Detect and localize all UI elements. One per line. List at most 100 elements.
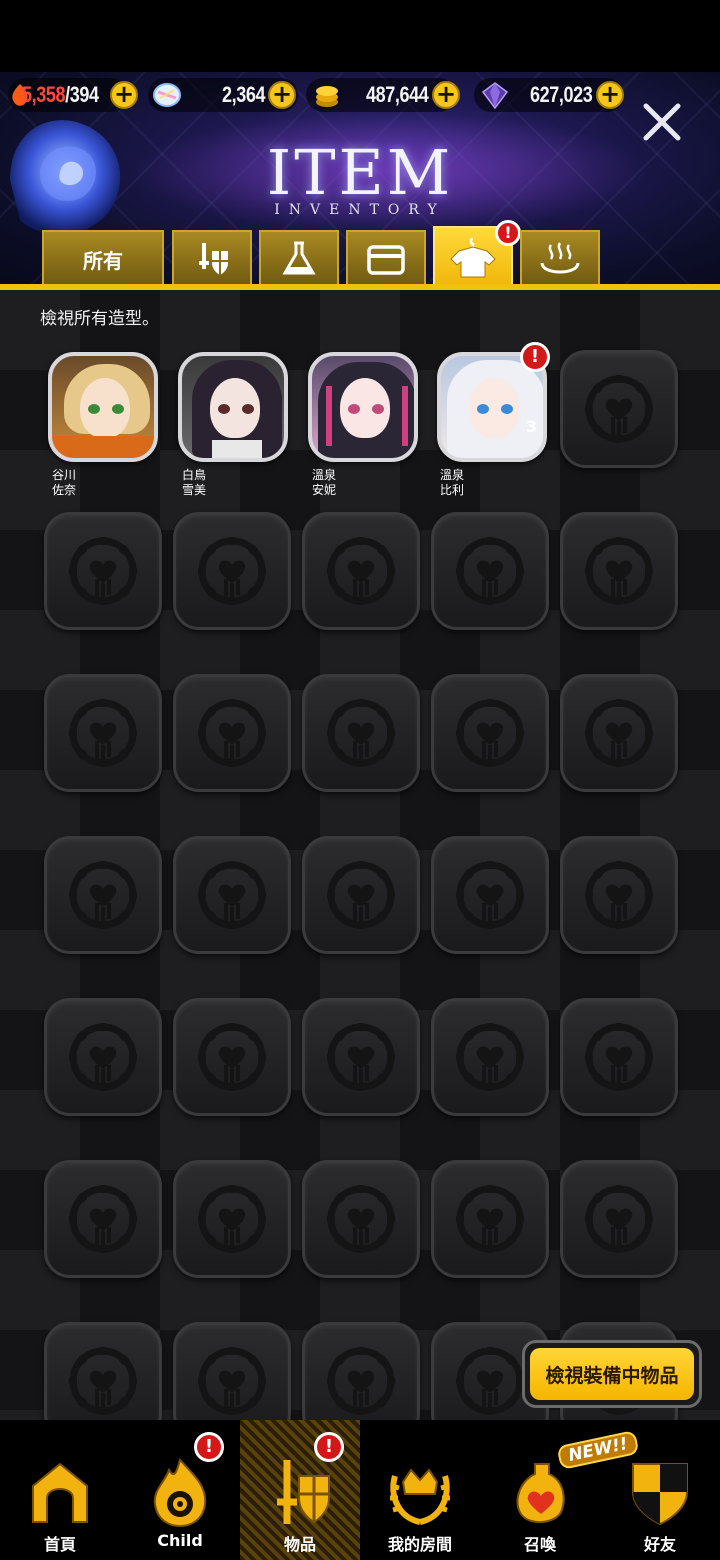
inventory-header: 5,358/394 + 2,364 + 487,644 + 627,023 + … [0,72,720,290]
status-bar [0,0,720,72]
empty-slot [44,1160,162,1278]
locked-heart-icon [69,537,137,605]
empty-slot [173,998,291,1116]
empty-slot [44,1322,162,1420]
nav-summon-label: 召喚 [523,1535,556,1554]
locked-heart-icon [69,1185,137,1253]
tab-cards[interactable] [346,230,426,286]
locked-heart-icon [456,1185,524,1253]
empty-slot [431,674,549,792]
view-equipped-button[interactable]: 檢視裝備中物品 [522,1340,702,1408]
nav-home-label: 首頁 [43,1535,76,1554]
page-subtitle: INVENTORY [274,202,446,218]
empty-slot [173,1160,291,1278]
locked-heart-icon [585,375,653,443]
locked-heart-icon [585,1185,653,1253]
tab-all-label: 所有 [83,248,123,273]
empty-slot [302,512,420,630]
nav-my-room[interactable]: 我的房間 [360,1420,480,1560]
empty-slot [431,998,549,1116]
locked-heart-icon [456,699,524,767]
empty-slot [173,836,291,954]
tab-all[interactable]: 所有 [42,230,164,286]
flame-eye-icon [153,1458,207,1528]
add-stamina-button[interactable]: + [110,81,138,109]
nav-items-label: 物品 [283,1535,316,1554]
gem-icon [153,83,181,107]
add-gold-button[interactable]: + [432,81,460,109]
page-title: ITEM [266,136,454,209]
nav-child-label: Child [157,1531,203,1550]
nav-home[interactable]: 首頁 [0,1420,120,1560]
home-arch-icon [32,1462,88,1523]
costume-item[interactable] [308,352,418,462]
gem-amount: 2,364 [222,82,266,107]
stamina-current: 5,358 [22,82,66,107]
empty-slot [560,1160,678,1278]
outfit-hanger-icon [450,237,496,278]
costume-name: 溫泉 安妮 [312,468,337,497]
locked-heart-icon [198,1347,266,1415]
tab-equipment[interactable] [172,230,252,286]
locked-heart-icon [327,1347,395,1415]
dark-crystal-icon [481,82,509,110]
locked-heart-icon [198,1185,266,1253]
sword-shield-icon [277,1460,330,1524]
hint-text: 檢視所有造型。 [40,309,159,329]
empty-slot [431,512,549,630]
empty-slot [560,998,678,1116]
locked-heart-icon [327,1185,395,1253]
empty-slot [302,1322,420,1420]
locked-heart-icon [69,1347,137,1415]
empty-slot [560,674,678,792]
empty-slot [302,1160,420,1278]
card-icon [367,245,405,275]
locked-heart-icon [585,699,653,767]
locked-heart-icon [456,1347,524,1415]
tab-costume-badge: ! [495,220,521,246]
nav-items-badge: ! [314,1432,344,1462]
empty-slot [44,512,162,630]
sword-shield-icon [199,243,228,275]
nav-my-room-label: 我的房間 [387,1535,452,1554]
locked-heart-icon [585,861,653,929]
add-gems-button[interactable]: + [268,81,296,109]
locked-heart-icon [198,537,266,605]
view-equipped-label: 檢視裝備中物品 [530,1348,694,1400]
gold-coins-icon [316,86,338,107]
add-crystal-button[interactable]: + [596,81,624,109]
tab-consumables[interactable] [259,230,339,286]
costume-name: 溫泉 比利 [440,468,465,497]
category-tabs: 所有 ! [42,220,642,286]
empty-slot [44,674,162,792]
shield-icon [632,1463,688,1526]
crystal-amount: 627,023 [530,82,593,107]
locked-heart-icon [198,861,266,929]
costume-item[interactable] [48,352,158,462]
empty-slot [560,512,678,630]
locked-heart-icon [456,537,524,605]
locked-heart-icon [198,1023,266,1091]
item-count: 3 [525,417,537,436]
new-item-badge: ! [520,342,550,372]
costume-name: 谷川 佐奈 [52,468,77,497]
locked-heart-icon [327,861,395,929]
locked-heart-icon [327,537,395,605]
empty-slot [302,674,420,792]
tab-hot-spring[interactable] [520,230,600,286]
laurel-crown-icon [390,1468,450,1525]
stamina-max: /394 [65,82,99,107]
empty-slot [560,350,678,468]
empty-slot [302,998,420,1116]
empty-slot [44,998,162,1116]
empty-slot [173,512,291,630]
locked-heart-icon [585,537,653,605]
empty-slot [173,674,291,792]
locked-heart-icon [585,1023,653,1091]
nav-friends-label: 好友 [643,1535,676,1554]
empty-slot [431,1160,549,1278]
locked-heart-icon [69,699,137,767]
locked-heart-icon [198,699,266,767]
costume-item[interactable] [178,352,288,462]
flask-icon [282,241,316,275]
